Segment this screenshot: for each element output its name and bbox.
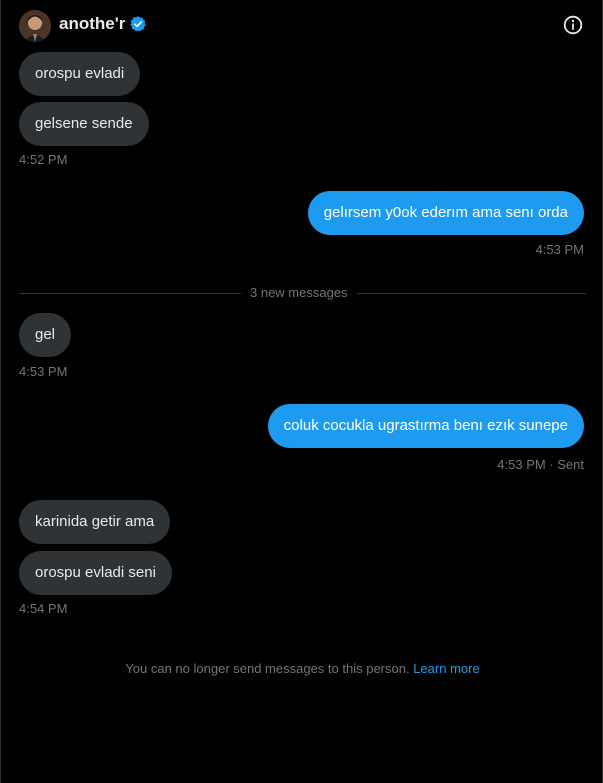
incoming-message[interactable]: gelsene sende <box>19 102 149 146</box>
verified-badge-icon <box>130 16 147 32</box>
message-status: 4:53 PM · Sent <box>497 457 584 472</box>
message-timestamp: 4:53 PM <box>535 242 584 257</box>
blocked-notice: You can no longer send messages to this … <box>1 661 603 676</box>
incoming-message[interactable]: gel <box>19 313 72 357</box>
blocked-notice-text: You can no longer send messages to this … <box>125 661 410 676</box>
incoming-message[interactable]: orospu evladi seni <box>19 551 172 595</box>
info-icon[interactable] <box>563 15 583 35</box>
conversation-header: anothe'r <box>1 0 603 50</box>
conversation-title-wrap[interactable]: anothe'r <box>59 14 147 34</box>
message-timestamp: 4:53 PM <box>19 364 68 379</box>
message-timestamp: 4:54 PM <box>19 601 68 616</box>
learn-more-link[interactable]: Learn more <box>413 661 479 676</box>
incoming-message[interactable]: karinida getir ama <box>19 500 171 544</box>
outgoing-message[interactable]: gelırsem y0ok ederım ama senı orda <box>307 191 584 235</box>
user-avatar[interactable] <box>19 10 51 42</box>
conversation-title[interactable]: anothe'r <box>59 14 125 34</box>
outgoing-message[interactable]: coluk cocukla ugrastırma benı ezık sunep… <box>267 404 584 448</box>
new-messages-label: 3 new messages <box>241 285 357 300</box>
message-timestamp: 4:52 PM <box>19 152 68 167</box>
conversation-panel: anothe'r orospu evladi gelsene sende 4:5… <box>0 0 603 783</box>
incoming-message[interactable]: orospu evladi <box>19 52 141 96</box>
